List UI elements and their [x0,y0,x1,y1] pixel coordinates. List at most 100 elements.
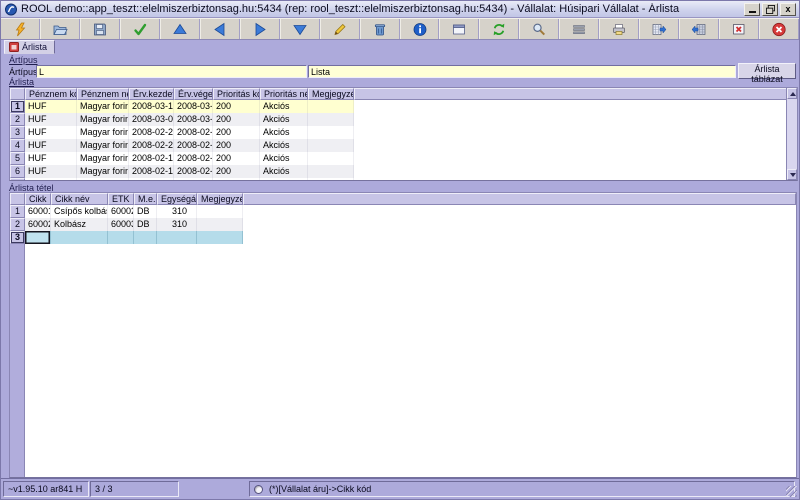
data-cell[interactable]: 60002 [108,205,134,218]
data-cell[interactable]: 2008-02-25 [129,126,174,139]
row-number-cell[interactable]: 2 [10,218,25,231]
data-cell[interactable]: 2008-02-21 [129,139,174,152]
toolbar-button-first-record[interactable] [160,19,200,39]
data-cell[interactable]: Akciós [260,178,308,181]
data-cell[interactable]: HUF [25,178,77,181]
column-header[interactable]: Prioritás név [260,88,308,100]
column-header[interactable]: Cikk [25,193,51,205]
restore-button[interactable] [762,3,778,16]
table-row[interactable]: 1HUFMagyar forint2008-03-102008-03-12200… [10,100,354,113]
column-header[interactable]: Érv.vége [174,88,213,100]
data-cell[interactable]: 2008-02-29 [174,126,213,139]
toolbar-button-exit[interactable] [759,19,799,39]
data-cell[interactable]: 60003 [108,218,134,231]
data-cell[interactable]: HUF [25,126,77,139]
data-cell[interactable] [308,126,354,139]
toolbar-button-window[interactable] [439,19,479,39]
row-number-cell[interactable]: 3 [10,231,25,244]
column-header[interactable]: Érv.kezdete [129,88,174,100]
data-cell[interactable]: 200 [213,100,260,113]
table-row[interactable]: 6HUFMagyar forint2008-02-102008-02-10200… [10,165,354,178]
data-cell[interactable]: 200 [213,165,260,178]
toolbar-button-prev-record[interactable] [200,19,240,39]
data-cell[interactable]: Akciós [260,139,308,152]
data-cell[interactable] [308,100,354,113]
data-cell[interactable]: Csípős kolbász [51,205,108,218]
data-cell[interactable] [308,139,354,152]
table-row[interactable]: 160001Csípős kolbász60002DB310 [10,205,243,218]
table-row[interactable]: 3HUFMagyar forint2008-02-252008-02-29200… [10,126,354,139]
data-cell[interactable]: 2008-03-12 [174,100,213,113]
data-cell[interactable]: 60002 [25,218,51,231]
toolbar-button-accept[interactable] [120,19,160,39]
column-header[interactable]: M.e. [134,193,157,205]
data-cell[interactable]: 310 [157,218,197,231]
data-cell[interactable]: Magyar forint [77,126,129,139]
column-header[interactable]: ETK [108,193,134,205]
toolbar-button-export-table[interactable] [639,19,679,39]
data-cell[interactable] [308,152,354,165]
table-row[interactable]: 4HUFMagyar forint2008-02-212008-02-26200… [10,139,354,152]
data-cell[interactable] [51,231,108,244]
toolbar-button-last-record[interactable] [280,19,320,39]
data-cell[interactable]: 2008-03-10 [129,100,174,113]
data-cell[interactable]: Magyar forint [77,178,129,181]
column-header[interactable]: Pénznem kód [25,88,77,100]
toolbar-button-import-table[interactable] [679,19,719,39]
data-cell[interactable] [308,113,354,126]
toolbar-button-save[interactable] [80,19,120,39]
row-number-cell[interactable]: 6 [10,165,25,178]
data-cell[interactable]: Kolbász [51,218,108,231]
data-cell[interactable]: 2008-02-10 [129,178,174,181]
data-cell[interactable]: HUF [25,152,77,165]
tab-arlista[interactable]: Árlista [4,40,55,54]
data-cell[interactable]: Akciós [260,152,308,165]
radio-button[interactable] [254,485,263,494]
data-cell[interactable]: 2008-03-06 [174,113,213,126]
resize-grip[interactable] [786,486,797,497]
data-cell[interactable]: Akciós [260,165,308,178]
data-cell[interactable]: Magyar forint [77,152,129,165]
table-row[interactable]: 2HUFMagyar forint2008-03-032008-03-06200… [10,113,354,126]
row-number-cell[interactable]: 2 [10,113,25,126]
artipus-code-input[interactable] [36,65,307,78]
vertical-scrollbar[interactable] [786,88,797,180]
artipus-name-input[interactable] [308,65,736,78]
column-header[interactable]: Megjegyzés [197,193,243,205]
minimize-button[interactable] [744,3,760,16]
toolbar-button-execute[interactable] [1,19,40,39]
data-cell[interactable] [157,231,197,244]
data-cell[interactable]: 310 [157,205,197,218]
row-number-cell[interactable]: 1 [10,100,25,113]
data-cell[interactable]: DB [134,205,157,218]
toolbar-button-refresh[interactable] [479,19,519,39]
data-cell[interactable]: 2008-02-18 [174,152,213,165]
toolbar-button-next-record[interactable] [240,19,280,39]
data-cell[interactable]: 200 [213,113,260,126]
data-cell[interactable]: 2008-02-26 [174,139,213,152]
data-cell[interactable] [197,205,243,218]
column-header[interactable]: Egységár [157,193,197,205]
toolbar-button-list[interactable] [559,19,599,39]
data-cell[interactable]: Magyar forint [77,100,129,113]
toolbar-button-close-window[interactable] [719,19,759,39]
data-cell[interactable] [308,178,354,181]
data-cell[interactable] [134,231,157,244]
table-row[interactable]: 5HUFMagyar forint2008-02-182008-02-18200… [10,152,354,165]
data-cell[interactable]: HUF [25,100,77,113]
data-cell[interactable]: 2008-02-10 [174,165,213,178]
scrollbar-up-icon[interactable] [787,88,797,99]
table-row[interactable]: 3 [10,231,243,244]
toolbar-button-info[interactable] [400,19,440,39]
toolbar-button-open[interactable] [40,19,80,39]
data-cell[interactable] [197,231,243,244]
table-row[interactable]: 260002Kolbász60003DB310 [10,218,243,231]
data-cell[interactable]: 200 [213,139,260,152]
column-header[interactable]: Pénznem név [77,88,129,100]
data-cell[interactable]: 200 [213,152,260,165]
data-cell[interactable] [197,218,243,231]
scrollbar-down-icon[interactable] [787,169,797,180]
data-cell[interactable]: Akciós [260,113,308,126]
data-cell[interactable]: 200 [213,178,260,181]
arlista-tablazat-button[interactable]: Árlista táblázat [738,63,796,79]
